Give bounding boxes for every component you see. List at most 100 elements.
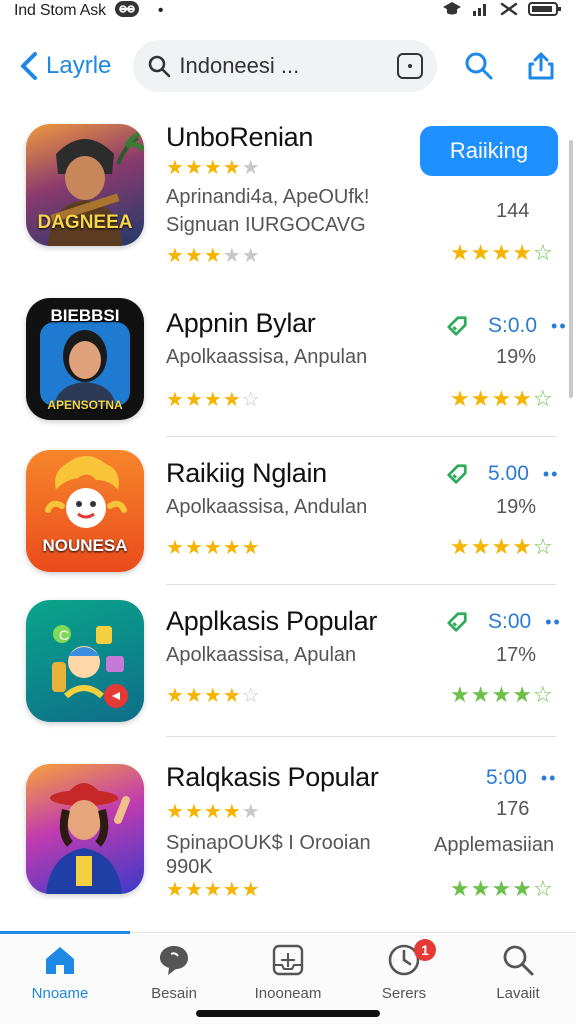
price-label[interactable]: S:0.0 ••	[446, 314, 568, 338]
tab-home[interactable]: Nnoame	[12, 943, 108, 1002]
app-icon: C	[26, 600, 144, 722]
app-title[interactable]: UnboRenian	[166, 122, 313, 153]
home-indicator[interactable]	[196, 1010, 380, 1017]
tab-search[interactable]: Lavaiit	[470, 943, 566, 1002]
home-icon	[46, 947, 74, 974]
nav-bar: Layrle Indoneesi ...	[0, 34, 576, 98]
active-tab-indicator	[0, 931, 130, 934]
person-illustration	[46, 783, 130, 894]
app-subtitle-secondary: Signuan IURGOCAVG	[166, 214, 366, 237]
magnifier-icon	[465, 52, 493, 80]
app-subtitle: Apolkaassisa, Anpulan	[166, 346, 368, 368]
tab-label: Nnoame	[31, 985, 89, 1002]
svg-text:C: C	[59, 627, 69, 643]
app-title[interactable]: Ralqkasis Popular	[166, 762, 379, 793]
user-rating-stars: ★ ★ ★ ★ ☆	[166, 685, 260, 707]
rating-stars: ★ ★ ★ ★ ★	[166, 157, 260, 179]
tab-label: Besain	[151, 985, 197, 1002]
tag-icon	[447, 464, 467, 484]
overall-rating-stars: ★ ★ ★ ★ ☆	[450, 386, 553, 411]
app-title[interactable]: Raikiig Nglain	[166, 458, 327, 489]
price-label[interactable]: 5:00 ••	[486, 766, 557, 790]
chevron-left-icon	[21, 52, 37, 80]
overall-rating-stars: ★ ★ ★ ★ ☆	[450, 240, 553, 265]
rating-stars: ★ ★ ★ ★ ★	[166, 801, 260, 823]
app-row[interactable]: DAGNEEA UnboRenian ★ ★ ★ ★ ★ Aprinandi4a, Ap…	[0, 108, 576, 278]
ranking-button[interactable]: Raiiking	[420, 126, 558, 176]
price-label[interactable]: S:00 ••	[446, 610, 562, 634]
app-icon: BIEBBSI APENSOTNA	[26, 298, 144, 420]
search-icon	[149, 55, 171, 78]
user-rating-stars: ★ ★ ★ ★ ☆	[166, 389, 260, 411]
carrier-label: Ind Stom Ask	[14, 2, 106, 19]
overall-rating-stars: ★ ★ ★ ★ ☆	[450, 534, 553, 559]
row-divider	[166, 436, 556, 437]
notification-badge: 1	[414, 939, 436, 961]
app-developer: Applemasiian	[434, 834, 555, 856]
more-dots-icon[interactable]: ••	[541, 768, 558, 789]
app-subtitle: Apolkaassisa, Andulan	[166, 496, 368, 518]
tag-icon	[447, 316, 467, 336]
tab-label: Lavaiit	[496, 985, 540, 1002]
app-icon-caption: DAGNEEA	[37, 212, 133, 233]
app-row[interactable]: C Applkasis Popular Apolkaassisa, Apulan…	[0, 588, 576, 736]
user-rating-stars: ★ ★ ★ ★ ★	[166, 879, 260, 901]
app-meta: 19%	[496, 496, 537, 518]
app-subtitle: Aprinandi4a, ApeOUfk!	[166, 186, 370, 208]
back-button[interactable]: Layrle	[18, 51, 111, 81]
search-icon	[503, 945, 534, 976]
overall-rating-stars: ★ ★ ★ ★ ☆	[450, 682, 553, 707]
row-divider	[166, 584, 556, 585]
price-value: S:0.0	[488, 314, 538, 337]
wifi-icon	[500, 1, 518, 21]
tab-label: Inooneam	[254, 985, 322, 1002]
scan-icon[interactable]	[396, 53, 423, 79]
share-button[interactable]	[524, 46, 558, 86]
price-label[interactable]: 5.00 ••	[446, 462, 559, 486]
cap-icon	[442, 1, 462, 21]
share-icon	[528, 52, 554, 80]
app-title[interactable]: Appnin Bylar	[166, 308, 316, 339]
link-badge-icon	[114, 0, 140, 22]
more-dots-icon[interactable]: ••	[545, 612, 562, 633]
tab-serers[interactable]: 1 Serers	[356, 939, 452, 1002]
app-row[interactable]: NOUNESA Raikiig Nglain Apolkaassisa, And…	[0, 438, 576, 586]
user-rating-stars: ★ ★ ★ ★ ★	[166, 245, 260, 267]
search-button[interactable]	[463, 46, 497, 86]
app-title[interactable]: Applkasis Popular	[166, 606, 377, 637]
app-subtitle: Apolkaassisa, Apulan	[166, 644, 357, 666]
app-icon: DAGNEEA	[26, 124, 144, 246]
user-rating-stars: ★ ★ ★ ★ ★	[166, 537, 260, 559]
app-meta: 176	[496, 798, 530, 820]
signal-icon	[472, 1, 490, 21]
app-icon	[26, 764, 144, 894]
app-icon-caption: NOUNESA	[42, 536, 128, 555]
kids-illustration: C	[52, 625, 128, 708]
app-subtitle: SpinapOUK$ I Orooian	[166, 832, 371, 854]
battery-icon	[528, 1, 562, 21]
app-meta: 17%	[496, 644, 537, 666]
chat-bubble-icon	[160, 946, 188, 975]
app-subtitle-line2: Signuan IURGOCAVG	[166, 214, 366, 236]
dot-icon: •	[157, 2, 164, 19]
app-meta: 19%	[496, 346, 537, 368]
search-field[interactable]: Indoneesi ...	[133, 40, 437, 92]
inbox-icon	[272, 944, 304, 976]
tab-besain[interactable]: Besain	[126, 943, 222, 1002]
tab-inbox[interactable]: Inooneam	[240, 943, 336, 1002]
price-value: 5:00	[486, 766, 527, 789]
search-input[interactable]: Indoneesi ...	[179, 53, 396, 79]
overall-rating-stars: ★ ★ ★ ★ ☆	[450, 876, 553, 901]
more-dots-icon[interactable]: ••	[551, 316, 568, 337]
app-icon-caption: APENSOTNA	[47, 398, 123, 412]
app-icon-caption-top: BIEBBSI	[50, 306, 120, 325]
tab-label: Serers	[381, 985, 427, 1002]
app-icon: NOUNESA	[26, 450, 144, 572]
status-bar: Ind Stom Ask •	[0, 0, 576, 22]
more-dots-icon[interactable]: ••	[543, 464, 560, 485]
app-row[interactable]: BIEBBSI APENSOTNA Appnin Bylar Apolkaass…	[0, 284, 576, 434]
tag-icon	[447, 612, 467, 632]
app-subtitle-line2: 990K	[166, 856, 213, 878]
app-row[interactable]: Ralqkasis Popular ★ ★ ★ ★ ★ SpinapOUK$ I Oro…	[0, 742, 576, 928]
back-label: Layrle	[46, 52, 112, 79]
